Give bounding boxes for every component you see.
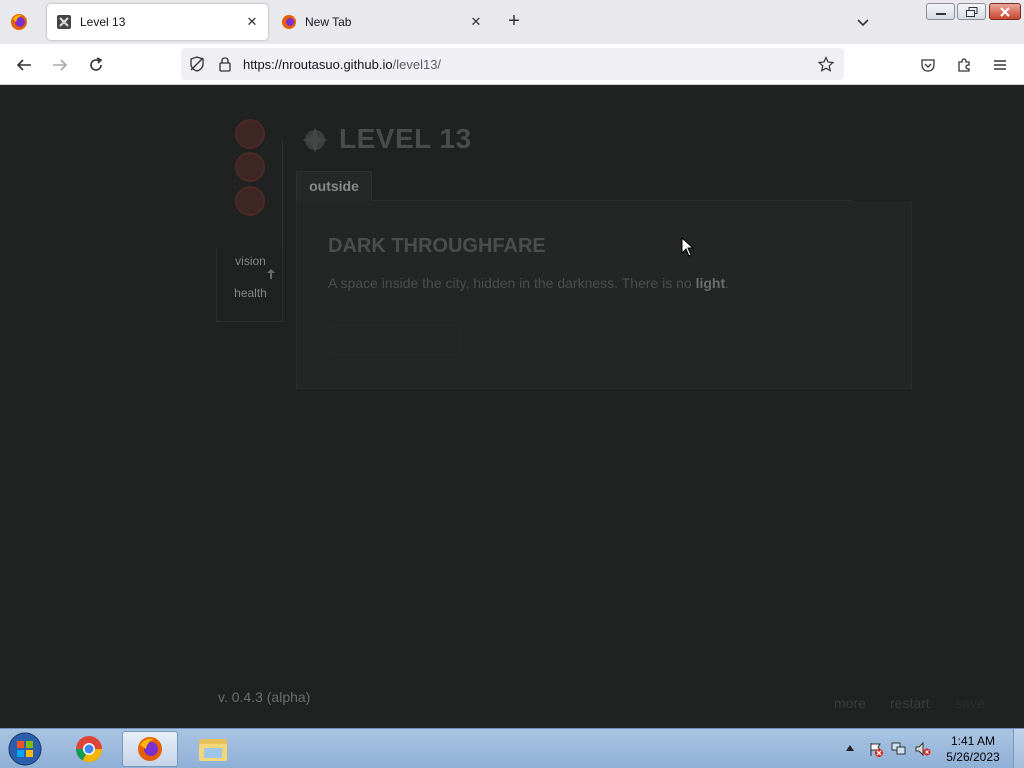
navigation-toolbar: https://nroutasuo.github.io/level13/ [0,44,1024,85]
vision-label: vision [235,254,266,268]
windows-taskbar: 1:41 AM 5/26/2023 [0,728,1024,768]
hamburger-menu-icon [994,60,1006,70]
action-center-flag-icon[interactable] [868,741,884,757]
tab-title: Level 13 [80,15,126,29]
player-stats: vision health [216,248,283,322]
clock-date: 5/26/2023 [946,750,1000,764]
firefox-view-icon[interactable] [8,11,30,33]
tab-level13[interactable]: Level 13 ✕ [47,4,268,40]
pocket-icon [921,59,935,72]
forward-button[interactable] [48,53,72,77]
level13-logo-icon [302,127,328,153]
tab-outside[interactable]: outside [296,171,372,201]
resource-circle[interactable] [235,186,265,216]
firefox-icon [138,737,162,761]
chrome-icon [75,736,103,763]
show-hidden-icons-icon[interactable] [846,745,854,751]
puzzle-piece-icon [958,58,970,72]
more-link[interactable]: more [834,695,866,711]
resource-circle[interactable] [235,152,265,182]
network-icon[interactable] [891,741,907,757]
arrow-up-icon [267,269,275,279]
clock-time: 1:41 AM [950,734,996,748]
game-page: vision health LEVEL 13 outside DARK THRO… [0,85,1024,728]
location-description: A space inside the city, hidden in the d… [328,275,729,291]
close-tab-icon[interactable]: ✕ [466,12,486,32]
new-tab-button[interactable]: + [503,11,525,33]
back-arrow-icon [16,59,31,71]
minimize-button[interactable] [926,3,955,20]
minimize-icon [935,12,946,15]
action-button[interactable] [330,325,460,355]
windows-start-icon[interactable] [6,731,44,767]
tab-title: New Tab [305,15,352,29]
close-icon [1000,6,1010,17]
volume-muted-icon[interactable] [915,741,931,757]
taskbar-chrome[interactable] [61,731,117,767]
system-clock[interactable]: 1:41 AM 5/26/2023 [938,733,1008,765]
app-menu-button[interactable] [988,53,1012,77]
tab-new-tab[interactable]: New Tab ✕ [272,4,492,40]
lock-icon[interactable] [217,56,233,72]
address-bar[interactable]: https://nroutasuo.github.io/level13/ [181,48,844,80]
health-label: health [234,286,267,300]
forward-arrow-icon [53,59,68,71]
close-window-button[interactable] [989,3,1021,20]
location-panel [296,201,912,389]
tab-bar: Level 13 ✕ New Tab ✕ + [0,0,1024,44]
close-tab-icon[interactable]: ✕ [242,12,262,32]
extensions-button[interactable] [952,53,976,77]
bookmark-star-icon[interactable] [818,56,834,72]
taskbar-firefox[interactable] [122,731,178,767]
tracking-protection-shield-icon[interactable] [189,56,205,72]
save-link[interactable]: save [955,695,985,711]
list-all-tabs-icon[interactable] [852,11,874,33]
back-button[interactable] [12,53,36,77]
restart-link[interactable]: restart [890,695,930,711]
version-label: v. 0.4.3 (alpha) [218,689,311,705]
location-desc-end: . [725,275,730,291]
reload-button[interactable] [84,53,108,77]
folder-icon [199,739,227,761]
firefox-favicon-icon [282,15,296,29]
level13-favicon-icon [57,15,71,29]
mouse-cursor-icon [681,237,695,257]
pocket-button[interactable] [916,53,940,77]
reload-icon [90,57,103,71]
taskbar-file-explorer[interactable] [185,731,241,767]
location-desc-text: A space inside the city, hidden in the d… [328,275,696,291]
resource-circle[interactable] [235,119,265,149]
show-desktop-button[interactable] [1013,729,1024,768]
stats-divider [282,140,283,250]
url-text[interactable]: https://nroutasuo.github.io/level13/ [243,57,441,72]
location-title: DARK THROUGHFARE [328,235,546,257]
restore-button[interactable] [957,3,986,20]
location-desc-bold: light [695,275,726,291]
restore-icon [965,6,977,17]
url-host: https://nroutasuo.github.io [243,57,393,72]
game-title: LEVEL 13 [339,123,472,154]
url-path: /level13/ [392,57,442,72]
